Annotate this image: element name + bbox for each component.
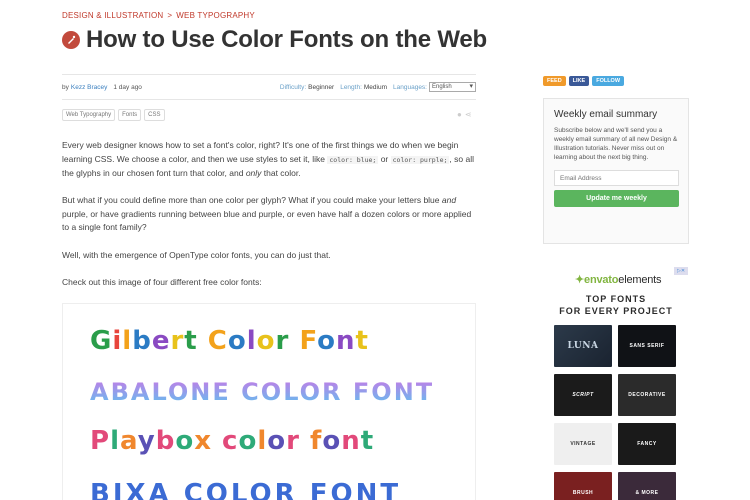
ad-tile[interactable]: VINTAGE: [554, 423, 612, 465]
ad-tile[interactable]: SCRIPT: [554, 374, 612, 416]
ad-tile[interactable]: LUNA: [554, 325, 612, 367]
newsletter-title: Weekly email summary: [554, 109, 658, 120]
article-paragraph-2: But what if you could define more than o…: [62, 194, 476, 235]
ad-tile[interactable]: & MORE: [618, 472, 676, 500]
social-buttons: FEED LIKE FOLLOW: [543, 76, 627, 86]
title-row: How to Use Color Fonts on the Web: [62, 26, 487, 54]
email-input[interactable]: [554, 170, 679, 186]
ad-tile[interactable]: DECORATIVE: [618, 374, 676, 416]
color-fonts-image: Gilbert Color Font ABALONE COLOR FONT Pl…: [62, 303, 476, 500]
feed-button[interactable]: FEED: [543, 76, 566, 86]
newsletter-widget: Weekly email summary Subscribe below and…: [543, 98, 689, 244]
language-select[interactable]: English: [429, 82, 476, 92]
ad-tile[interactable]: FANCY: [618, 423, 676, 465]
pen-nib-icon: [62, 31, 80, 49]
emphasis-text: and: [441, 195, 457, 205]
facebook-like-button[interactable]: LIKE: [568, 76, 590, 86]
difficulty-label: Difficulty:: [279, 83, 307, 91]
envato-elements-ad[interactable]: ✦envatoelements TOP FONTS FOR EVERY PROJ…: [543, 270, 689, 500]
article-attributes: Difficulty: Beginner Length: Medium Lang…: [280, 82, 476, 92]
envato-elements-logo: ✦envatoelements: [575, 273, 662, 286]
page-title: How to Use Color Fonts on the Web: [86, 26, 487, 53]
languages-label: Languages:: [393, 83, 427, 91]
share-icon[interactable]: ⋖: [465, 110, 472, 119]
abalone-font-sample: ABALONE COLOR FONT: [90, 378, 435, 406]
tag-web-typography[interactable]: Web Typography: [62, 109, 116, 121]
ad-tile[interactable]: SANS SERIF: [618, 325, 676, 367]
inline-code: color: purple;: [390, 155, 450, 164]
bixa-font-sample: BIXA COLOR FONT: [90, 479, 402, 500]
by-label: by: [62, 83, 69, 91]
tag-list: Web Typography Fonts CSS: [62, 109, 168, 121]
logo-leaf-icon: ✦: [575, 274, 585, 286]
breadcrumb-category-link[interactable]: DESIGN & ILLUSTRATION: [62, 11, 163, 20]
gilbert-font-sample: Gilbert Color Font: [90, 326, 369, 356]
text-span: or: [378, 153, 391, 164]
tag-css[interactable]: CSS: [144, 109, 165, 121]
logo-brand: envato: [584, 274, 619, 286]
inline-code: color: blue;: [327, 155, 379, 164]
language-selected-value: English: [432, 84, 452, 90]
adchoices-icon[interactable]: ▷✕: [674, 267, 688, 275]
text-span: But what if you could define more than o…: [62, 195, 442, 205]
twitter-follow-button[interactable]: FOLLOW: [592, 76, 625, 86]
comment-icon[interactable]: ●: [457, 110, 462, 119]
emphasis-text: only: [245, 168, 262, 178]
article-meta-bar: by Kezz Bracey 1 day ago Difficulty: Beg…: [62, 74, 476, 100]
breadcrumb-subcategory-link[interactable]: WEB TYPOGRAPHY: [176, 11, 255, 20]
breadcrumb: DESIGN & ILLUSTRATION > WEB TYPOGRAPHY: [62, 11, 255, 20]
ad-headline-1: TOP FONTS: [585, 294, 647, 304]
playbox-font-sample: Playbox color font: [90, 426, 375, 456]
difficulty-value: Beginner: [308, 83, 335, 91]
text-span: purple, or have gradients running betwee…: [62, 208, 472, 233]
ad-font-tiles: LUNA SANS SERIF SCRIPT DECORATIVE VINTAG…: [554, 325, 680, 500]
author-info: by Kezz Bracey 1 day ago: [62, 84, 142, 91]
logo-product: elements: [618, 274, 662, 286]
tag-fonts[interactable]: Fonts: [118, 109, 142, 121]
text-span: that color.: [261, 168, 301, 178]
article-paragraph-3: Well, with the emergence of OpenType col…: [62, 250, 331, 260]
article-paragraph-1: Every web designer knows how to set a fo…: [62, 139, 476, 181]
ad-headline-2: FOR EVERY PROJECT: [559, 306, 673, 316]
length-value: Medium: [363, 83, 388, 91]
breadcrumb-separator: >: [167, 11, 173, 20]
share-tools: ● ⋖: [454, 110, 472, 119]
author-link[interactable]: Kezz Bracey: [71, 84, 108, 91]
subscribe-button[interactable]: Update me weekly: [554, 190, 679, 207]
length-label: Length:: [340, 83, 362, 91]
newsletter-description: Subscribe below and we'll send you a wee…: [554, 127, 678, 161]
article-paragraph-4: Check out this image of four different f…: [62, 277, 262, 287]
ad-tile[interactable]: BRUSH: [554, 472, 612, 500]
published-time: 1 day ago: [113, 83, 142, 91]
